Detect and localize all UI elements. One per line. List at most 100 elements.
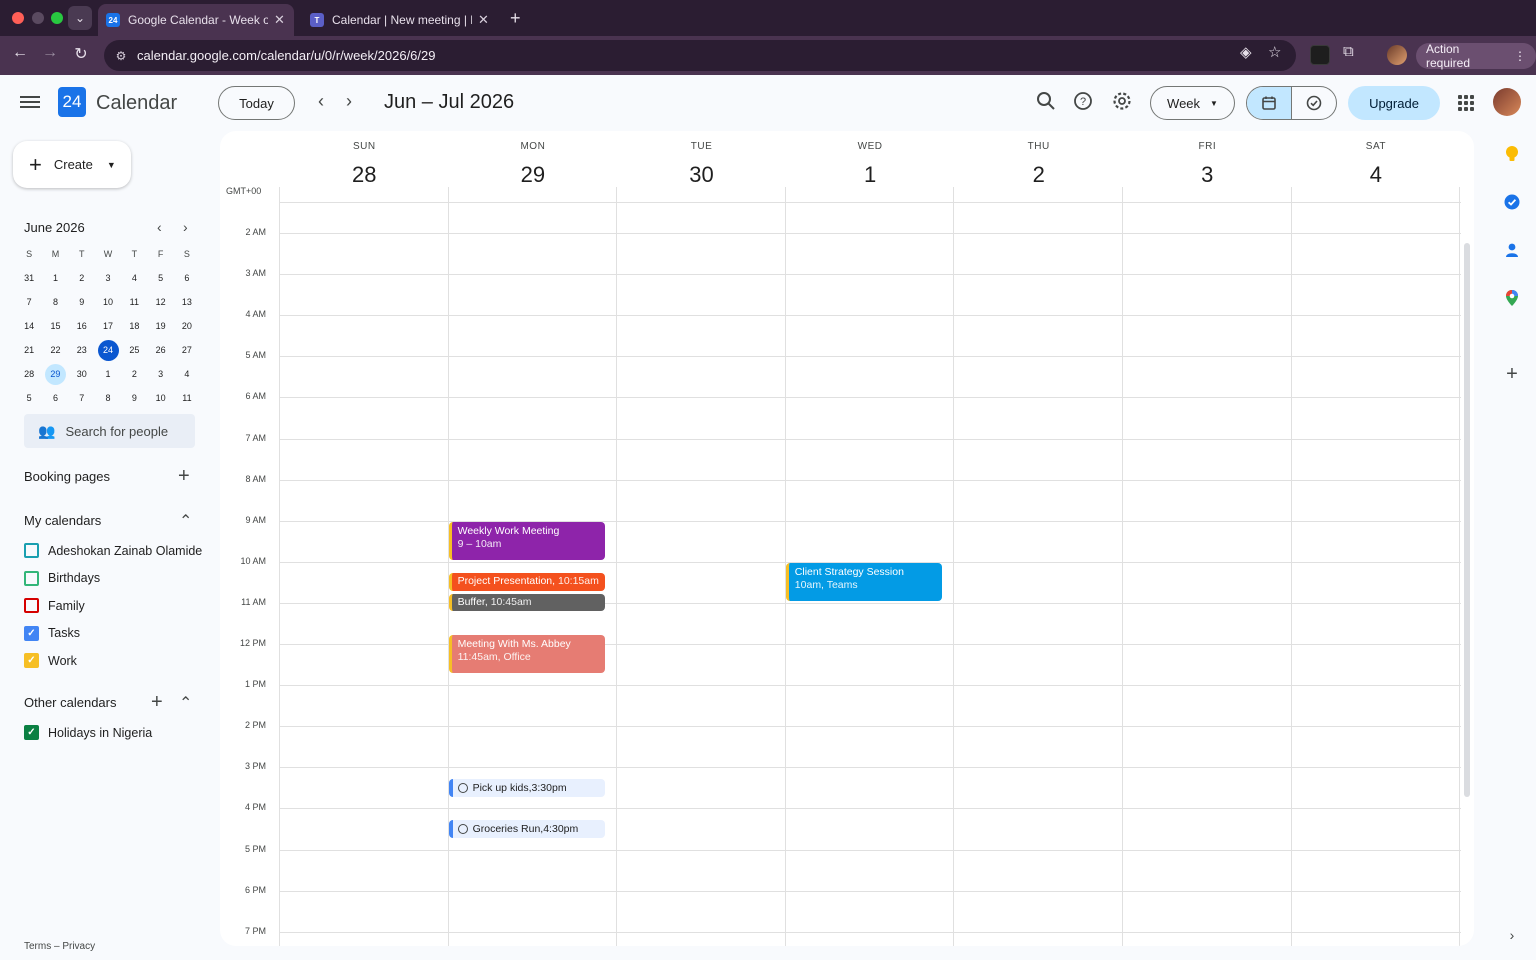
mini-day-cell[interactable]: 7 xyxy=(69,386,95,410)
calendar-checkbox[interactable] xyxy=(24,570,39,586)
account-avatar[interactable] xyxy=(1493,88,1521,116)
task-item[interactable]: Pick up kids, 3:30pm xyxy=(448,778,606,797)
site-info-icon[interactable]: ⚙ xyxy=(110,49,132,63)
terms-privacy-links[interactable]: Terms – Privacy xyxy=(24,941,95,952)
maps-pin-icon[interactable] xyxy=(1503,289,1521,307)
tasks-view-toggle[interactable] xyxy=(1292,87,1336,119)
mini-day-cell[interactable]: 18 xyxy=(121,314,147,338)
day-header[interactable]: THU 2 xyxy=(954,131,1123,201)
mini-day-cell[interactable]: 6 xyxy=(174,266,200,290)
mini-day-cell[interactable]: 11 xyxy=(174,386,200,410)
mini-day-cell[interactable]: 5 xyxy=(16,386,42,410)
mini-day-cell[interactable]: 3 xyxy=(147,362,173,386)
collapse-chevron-up-icon[interactable]: ⌃ xyxy=(179,693,192,713)
minimize-window-button[interactable] xyxy=(32,12,44,24)
calendar-checkbox[interactable]: ✓ xyxy=(24,653,39,668)
calendar-event[interactable]: Weekly Work Meeting 9 – 10am xyxy=(448,521,606,560)
search-people-input[interactable]: 👥 Search for people xyxy=(24,414,195,448)
next-week-chevron-icon[interactable]: › xyxy=(346,91,352,112)
mini-day-cell[interactable]: 29 xyxy=(42,362,68,386)
mini-day-cell[interactable]: 28 xyxy=(16,362,42,386)
calendar-event[interactable]: Meeting With Ms. Abbey 11:45am, Office xyxy=(448,634,606,673)
calendar-list-item[interactable]: ✓ Work xyxy=(24,653,77,668)
tab-google-calendar[interactable]: 24 Google Calendar - Week of June 28, 20… xyxy=(98,4,294,36)
mini-day-cell[interactable]: 15 xyxy=(42,314,68,338)
action-required-button[interactable]: Action required ⋮ xyxy=(1416,42,1536,70)
calendar-list-item[interactable]: ✓ Holidays in Nigeria xyxy=(24,725,152,740)
day-number[interactable]: 28 xyxy=(280,162,449,188)
mini-day-cell[interactable]: 27 xyxy=(174,338,200,362)
expand-panel-chevron-icon[interactable]: › xyxy=(1503,926,1521,944)
new-tab-plus-icon[interactable]: + xyxy=(510,8,521,29)
day-header[interactable]: SUN 28 xyxy=(280,131,449,201)
day-header[interactable]: TUE 30 xyxy=(617,131,786,201)
calendar-event[interactable]: Project Presentation, 10:15am xyxy=(448,573,606,591)
day-number[interactable]: 2 xyxy=(954,162,1123,188)
mini-day-cell[interactable]: 16 xyxy=(69,314,95,338)
mini-day-cell[interactable]: 2 xyxy=(69,266,95,290)
eye-off-icon[interactable]: ◈ xyxy=(1240,43,1252,61)
search-icon[interactable] xyxy=(1034,91,1058,115)
mini-day-cell[interactable]: 12 xyxy=(147,290,173,314)
mini-day-cell[interactable]: 25 xyxy=(121,338,147,362)
today-button[interactable]: Today xyxy=(218,86,295,120)
tasks-check-icon[interactable] xyxy=(1503,193,1521,211)
day-number[interactable]: 3 xyxy=(1123,162,1292,188)
mini-day-cell[interactable]: 3 xyxy=(95,266,121,290)
day-header[interactable]: MON 29 xyxy=(449,131,618,201)
close-window-button[interactable] xyxy=(12,12,24,24)
calendar-checkbox[interactable] xyxy=(24,543,39,558)
task-circle-icon[interactable] xyxy=(457,823,468,834)
reload-icon[interactable]: ↻ xyxy=(70,44,92,64)
calendar-list-item[interactable]: Family xyxy=(24,598,85,613)
mini-day-cell[interactable]: 20 xyxy=(174,314,200,338)
other-calendars-title[interactable]: Other calendars xyxy=(24,695,117,710)
tab-search-button[interactable]: ⌄ xyxy=(68,6,92,30)
mini-day-cell[interactable]: 10 xyxy=(147,386,173,410)
calendar-list-item[interactable]: Adeshokan Zainab Olamide xyxy=(24,543,202,558)
mini-day-cell[interactable]: 9 xyxy=(69,290,95,314)
mini-day-cell[interactable]: 4 xyxy=(174,362,200,386)
calendar-list-item[interactable]: ✓ Tasks xyxy=(24,625,80,641)
add-booking-page-plus-icon[interactable]: + xyxy=(178,465,190,488)
mini-day-cell[interactable]: 7 xyxy=(16,290,42,314)
calendar-list-item[interactable]: Birthdays xyxy=(24,570,100,586)
keep-bulb-icon[interactable] xyxy=(1503,145,1521,163)
mini-day-cell[interactable]: 1 xyxy=(42,266,68,290)
mini-day-cell[interactable]: 23 xyxy=(69,338,95,362)
tab-teams[interactable]: T Calendar | New meeting | Microsoft Tea… xyxy=(302,4,498,36)
day-number[interactable]: 1 xyxy=(786,162,955,188)
mini-day-cell[interactable]: 22 xyxy=(42,338,68,362)
mini-day-cell[interactable]: 5 xyxy=(147,266,173,290)
mini-day-cell[interactable]: 30 xyxy=(69,362,95,386)
mini-day-cell[interactable]: 13 xyxy=(174,290,200,314)
create-button[interactable]: + Create ▼ xyxy=(13,141,131,188)
task-item[interactable]: Groceries Run, 4:30pm xyxy=(448,819,606,838)
booking-pages-title[interactable]: Booking pages xyxy=(24,469,110,484)
mini-next-month-chevron-icon[interactable]: › xyxy=(183,219,188,235)
mini-day-cell[interactable]: 17 xyxy=(95,314,121,338)
mini-day-cell[interactable]: 31 xyxy=(16,266,42,290)
google-apps-grid-icon[interactable] xyxy=(1458,95,1474,111)
day-header[interactable]: WED 1 xyxy=(786,131,955,201)
forward-arrow-icon[interactable]: → xyxy=(39,44,61,62)
address-bar[interactable]: ⚙ calendar.google.com/calendar/u/0/r/wee… xyxy=(104,40,1296,71)
calendar-checkbox[interactable]: ✓ xyxy=(24,625,39,641)
day-header[interactable]: FRI 3 xyxy=(1123,131,1292,201)
mini-day-cell[interactable]: 11 xyxy=(121,290,147,314)
bookmark-star-icon[interactable]: ☆ xyxy=(1268,43,1281,61)
day-number[interactable]: 30 xyxy=(617,162,786,188)
extension-icon[interactable] xyxy=(1310,45,1330,65)
mini-day-cell[interactable]: 9 xyxy=(121,386,147,410)
calendar-checkbox[interactable]: ✓ xyxy=(24,725,39,740)
mini-prev-month-chevron-icon[interactable]: ‹ xyxy=(157,219,162,235)
my-calendars-title[interactable]: My calendars xyxy=(24,513,101,528)
mini-day-cell[interactable]: 6 xyxy=(42,386,68,410)
mini-day-cell[interactable]: 4 xyxy=(121,266,147,290)
help-icon[interactable]: ? xyxy=(1071,91,1095,115)
calendar-checkbox[interactable] xyxy=(24,598,39,613)
previous-week-chevron-icon[interactable]: ‹ xyxy=(318,91,324,112)
day-header[interactable]: SAT 4 xyxy=(1292,131,1461,201)
calendar-event[interactable]: Client Strategy Session 10am, Teams xyxy=(785,562,943,601)
mini-day-cell[interactable]: 21 xyxy=(16,338,42,362)
